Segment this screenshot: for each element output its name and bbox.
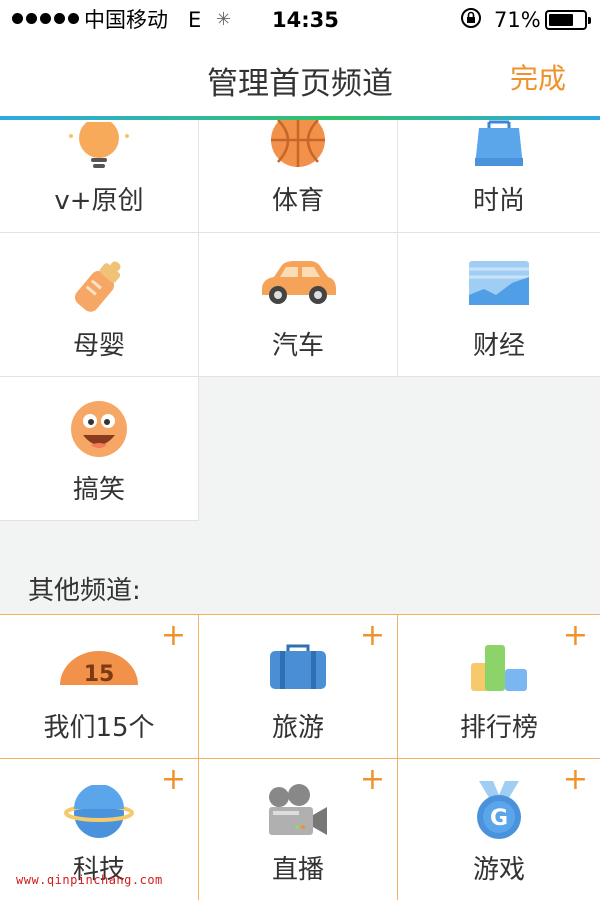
suitcase-icon (268, 643, 328, 697)
watermark: www.qinpinchang.com (16, 873, 163, 887)
channel-label: 我们15个 (43, 713, 155, 743)
status-time: 14:35 (272, 8, 339, 32)
channel-label: 搞笑 (72, 475, 125, 505)
funny-face-icon (69, 399, 129, 463)
channel-label: 财经 (472, 331, 525, 361)
signal-strength-icon (12, 13, 79, 24)
channel-tile-vplus[interactable]: v+原创 (0, 118, 199, 233)
channel-tile-auto[interactable]: 汽车 (199, 233, 398, 377)
car-icon (258, 257, 338, 311)
shopping-bag-icon (471, 120, 527, 174)
network-type: E (188, 8, 202, 32)
other-channel-tile-we15[interactable]: + 15 我们15个 (0, 615, 199, 759)
channel-label: 游戏 (472, 855, 525, 885)
activity-spinner-icon: ✳ (216, 9, 232, 30)
rotation-lock-icon (459, 6, 483, 37)
add-channel-plus-icon[interactable]: + (161, 621, 186, 651)
other-channels-heading: 其他频道: (28, 576, 141, 606)
other-channel-tile-travel[interactable]: + 旅游 (199, 615, 398, 759)
channel-tile-finance[interactable]: 财经 (398, 233, 600, 377)
channel-tile-funny[interactable]: 搞笑 (0, 377, 199, 521)
lightbulb-icon (64, 118, 134, 176)
channel-label: v+原创 (54, 186, 144, 216)
finance-chart-icon (468, 259, 530, 313)
badge-15-text: 15 (84, 662, 115, 685)
ranking-bars-icon (469, 643, 529, 697)
baby-bottle-icon (68, 255, 130, 321)
channel-label: 直播 (271, 855, 324, 885)
channel-label: 体育 (271, 186, 324, 216)
planet-icon (64, 784, 134, 845)
channel-label: 排行榜 (459, 713, 538, 743)
add-channel-plus-icon[interactable]: + (360, 765, 385, 795)
channel-label: 时尚 (472, 186, 525, 216)
add-channel-plus-icon[interactable]: + (563, 765, 588, 795)
nav-bar: 管理首页频道 完成 (0, 40, 600, 116)
badge-15-icon: 15 (60, 651, 138, 689)
other-channel-tile-live[interactable]: + 直播 (199, 759, 398, 900)
done-button[interactable]: 完成 (510, 57, 566, 97)
battery-percent: 71% (494, 8, 541, 32)
channel-tile-baby[interactable]: 母婴 (0, 233, 199, 377)
battery-icon (545, 10, 591, 30)
video-camera-icon (267, 783, 329, 843)
channel-label: 旅游 (271, 713, 324, 743)
channel-label: 母婴 (72, 331, 125, 361)
medal-g-text: G (490, 806, 508, 831)
channel-tile-sports[interactable]: 体育 (199, 113, 398, 233)
channel-tile-fashion[interactable]: 时尚 (398, 120, 600, 233)
status-bar: 中国移动 E ✳ 14:35 71% (0, 0, 600, 40)
basketball-icon (268, 113, 328, 174)
channel-label: 汽车 (271, 331, 324, 361)
carrier-name: 中国移动 (84, 8, 168, 32)
add-channel-plus-icon[interactable]: + (563, 621, 588, 651)
add-channel-plus-icon[interactable]: + (360, 621, 385, 651)
medal-g-icon: G (471, 779, 527, 845)
add-channel-plus-icon[interactable]: + (161, 765, 186, 795)
other-channel-tile-ranking[interactable]: + 排行榜 (398, 615, 600, 759)
other-channel-tile-games[interactable]: + G 游戏 (398, 759, 600, 900)
